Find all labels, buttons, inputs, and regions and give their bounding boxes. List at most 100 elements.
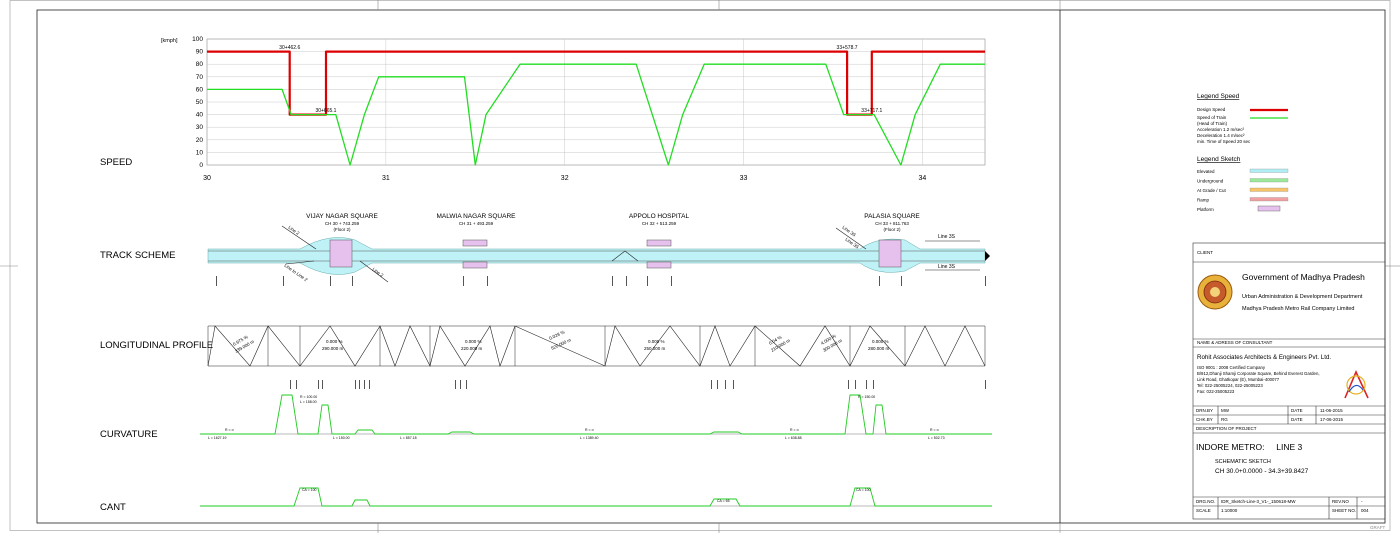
speed-y-tick: 60 [196,86,204,93]
curve-c5: L = 638.88 [785,436,802,440]
speed-y-tick: 80 [196,61,204,68]
row-label-track: TRACK SCHEME [100,250,175,261]
label-line3s-r1: Line 3S [938,234,956,240]
track-chainage-ticks [216,276,986,286]
curve-rc-4: R = ∞ [930,428,940,432]
curvature-ticks [290,380,986,389]
scale-value: 1:10000 [1221,508,1238,513]
speed-grid [206,38,986,166]
speed-y-tick: 50 [196,99,204,106]
station-floor-4: (Floor 2) [883,227,901,232]
track-scheme: Line 2 Line to Line 2 Line 2 Line 3S Lin… [207,213,990,286]
station-name-1: VIJAY NAGAR SQUARE [306,213,378,220]
cant-c1: CA = 100 [302,488,317,492]
legend-sketch: Legend Sketch Elevated Underground At Grad… [1197,156,1289,212]
scale-label: SCALE [1196,508,1211,513]
elevated-track-band [207,237,986,275]
grade-5-len: 280.000 m [868,346,890,351]
curve-c1: L = 1627.19 [208,436,227,440]
grade-2: 0.000 % [326,339,343,344]
speed-annotation: 30+462.6 [279,45,300,51]
longitudinal-profile: 0.975 % 339.000 m 0.000 % 290.000 m 0.00… [207,325,986,368]
grade-5: 0.000 % [872,339,889,344]
sketch-label: SCHEMATIC SKETCH [1215,459,1271,465]
drawing-border [36,9,1386,524]
label-line3s-mid: Line 3S [844,237,859,250]
outer-frame [9,0,1391,531]
footer-watermark: GRAFT [1370,525,1386,530]
curve-rc-1: R = ∞ [225,428,235,432]
drn-by-value: MW [1221,408,1229,413]
station-ch-4: CH 33 + 811.763 [875,221,909,226]
curve-c6: L = 502.73 [928,436,945,440]
speed-annotation: 33+717.1 [861,108,882,114]
row-label-curvature: CURVATURE [100,429,158,440]
speed-annotation: 30+665.1 [315,108,336,114]
date-label-2: DATE [1291,417,1303,422]
legend-sketch-label: Elevated [1197,169,1215,174]
legend-sketch-label: Platform [1197,207,1214,212]
speed-series-design [207,50,985,116]
platform-appolo-bottom [646,261,672,269]
grade-3-len: 220.000 m [461,346,483,351]
curve-l1: L = 158.00 [300,400,317,404]
speed-x-tick: 32 [561,175,569,182]
sheet-value: 004 [1361,508,1369,513]
chk-by-label: CHK.BY [1196,417,1213,422]
legend-sketch-swatch [1249,187,1289,192]
platform-appolo-top [646,239,672,247]
date-value-1: 11-06-2015 [1320,408,1343,413]
project-title: INDORE METRO: LINE 3 [1196,442,1303,452]
speed-y-unit: [kmph] [161,38,178,44]
station-ch-3: CH 32 + 513.259 [642,221,677,226]
sheet-label: SHEET NO. [1332,508,1357,513]
title-block: CLIENT Government of Madhya Pradesh Urba… [1193,243,1385,519]
grade-4: 0.000 % [648,339,665,344]
consultant-name: Rohit Associates Architects & Engineers … [1197,354,1332,361]
curve-rc-3: R = ∞ [790,428,800,432]
legend-decel: Deceleration 1.4 m/sec² [1197,133,1245,138]
legend-sketch-label: At Grade / Cut [1197,188,1227,193]
label-line2-bottom: Line 2 [371,267,384,278]
chk-by-value: RG [1221,417,1228,422]
platform-malwia-top [462,239,488,247]
rev-value: - [1361,499,1363,504]
grade-6: 0.028 % [548,329,565,341]
client-name: Government of Madhya Pradesh [1242,272,1365,282]
station-floor-1: (Floor 2) [333,227,351,232]
legend-sketch-swatch [1257,205,1281,212]
legend-sketch-title: Legend Sketch [1197,156,1241,163]
row-label-speed: SPEED [100,157,132,168]
client-label: CLIENT [1197,250,1214,255]
label-line3s-r2: Line 3S [938,264,956,270]
legend-time: min. Time of Speed 20 sec [1197,139,1251,144]
legend-sketch-label: Ramp [1197,198,1210,203]
speed-annotation: 33+578.7 [837,45,858,51]
speed-x-tick: 30 [203,175,211,182]
date-label-1: DATE [1291,408,1303,413]
platform-malwia-bottom [462,261,488,269]
consultant-line-4: Tel: 022-25005224, 022-25005223 [1197,383,1263,388]
legend-sketch-swatch [1249,168,1289,173]
speed-y-tick: 0 [199,162,203,169]
grade-3: 0.000 % [465,339,482,344]
consultant-line-3: Link Road, Ghatkopar (E), Mumbai-400077 [1197,377,1280,382]
speed-annotations: 30+462.6 30+665.1 33+578.7 33+717.1 [279,45,882,114]
cant-c2: CA = 65 [717,499,730,503]
speed-y-tick: 20 [196,137,204,144]
cant-diagram: CA = 100 CA = 65 CA = 100 [200,487,992,507]
client-dept: Urban Administration & Development Depar… [1242,294,1363,300]
chainage-range: CH 30.0+0.0000 - 34.3+39.8427 [1215,468,1309,475]
speed-x-tick: 31 [382,175,390,182]
legend-sketch-swatch [1249,197,1289,202]
drn-by-label: DRN.BY [1196,408,1214,413]
station-name-3: APPOLO HOSPITAL [629,213,690,220]
curve-c4: L = 1389.40 [580,436,599,440]
speed-axes: 0 10 20 30 40 50 60 70 80 90 100 30 31 32 33 34 [192,36,926,182]
track-end-arrow [985,251,990,261]
cant-line [200,487,992,507]
speed-y-tick: 30 [196,124,204,131]
row-label-cant: CANT [100,502,126,513]
legend-speed: Legend Speed Design Speed Speed of Train… [1197,93,1288,144]
cant-c3: CA = 100 [856,488,871,492]
